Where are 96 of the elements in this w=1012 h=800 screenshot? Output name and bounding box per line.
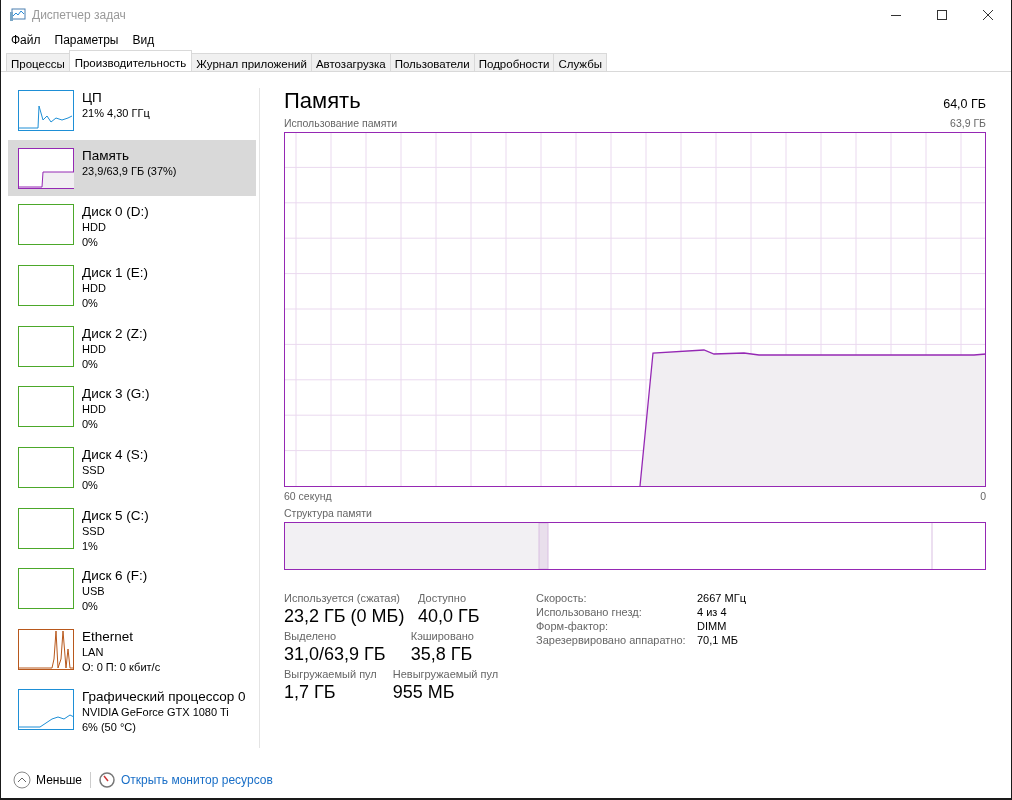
stat-value: 31,0/63,9 ГБ: [284, 644, 387, 665]
spec-value: DIMM: [697, 620, 728, 632]
item-name: Диск 0 (D:): [82, 204, 149, 221]
sidebar-item[interactable]: Диск 2 (Z:) HDD 0%: [8, 323, 256, 385]
item-detail: 0%: [82, 235, 99, 251]
spec-value: 4 из 4: [697, 606, 728, 618]
mini-graph: [18, 325, 74, 367]
item-name: Диск 4 (S:): [82, 446, 149, 463]
stat-label: Используется (сжатая): [284, 592, 402, 604]
item-name: Диск 2 (Z:): [82, 325, 148, 342]
item-detail: 0%: [82, 599, 99, 615]
chevron-up-icon: [13, 771, 31, 789]
item-detail: 0%: [82, 296, 99, 311]
item-detail: HDD: [82, 281, 107, 296]
item-name: ЦП: [82, 90, 103, 106]
window-title: Диспетчер задач: [32, 8, 127, 22]
item-detail: 0%: [82, 356, 99, 372]
sidebar-item[interactable]: Диск 4 (S:) SSD 0%: [8, 444, 256, 506]
item-name: Ethernet: [82, 628, 135, 645]
spec-label: Использовано гнезд:: [536, 606, 643, 618]
item-name: Диск 1 (E:): [82, 265, 149, 281]
sidebar-item[interactable]: Память 23,9/63,9 ГБ (37%): [8, 139, 256, 197]
mini-graph: [18, 568, 74, 610]
item-name: Диск 5 (C:): [82, 507, 149, 524]
mini-graph: [18, 90, 74, 131]
menu-item[interactable]: Файл: [11, 33, 41, 47]
stat-label: Выделено: [284, 630, 338, 642]
item-detail: 21% 4,30 ГГц: [82, 106, 150, 121]
spec-label: Скорость:: [536, 592, 588, 604]
mini-graph: [18, 446, 74, 488]
item-detail: USB: [82, 584, 106, 600]
item-detail: HDD: [82, 220, 107, 236]
stat-label: Доступно: [418, 592, 467, 604]
x-axis-end-label: 0: [980, 490, 986, 502]
chart-label: Использование памяти: [284, 117, 398, 129]
item-detail: 6% (50 °C): [82, 720, 137, 736]
item-detail: О: 0 П: 0 кбит/с: [82, 659, 161, 675]
mini-graph: [18, 628, 74, 670]
sidebar-item[interactable]: Диск 3 (G:) HDD 0%: [8, 384, 256, 445]
mini-graph: [18, 386, 74, 428]
stat-label: Выгружаемый пул: [284, 668, 377, 680]
item-detail: SSD: [82, 462, 106, 478]
sidebar-item[interactable]: ЦП 21% 4,30 ГГц: [8, 88, 256, 136]
stat-value: 35,8 ГБ: [410, 644, 474, 665]
item-detail: SSD: [82, 523, 106, 539]
mini-graph: [18, 204, 74, 246]
item-detail: 0%: [82, 477, 99, 493]
tab[interactable]: Журнал приложений: [191, 53, 312, 71]
item-detail: LAN: [82, 644, 105, 660]
monitor-chart-icon: [10, 8, 26, 22]
tab[interactable]: Процессы: [6, 53, 70, 71]
spec-value: 2667 МГц: [697, 592, 746, 604]
fewer-details-button[interactable]: Меньше: [13, 771, 82, 789]
panel-title: Память: [284, 88, 361, 114]
item-name: Диск 3 (G:): [82, 386, 150, 403]
item-detail: NVIDIA GeForce GTX 1080 Ti: [82, 705, 230, 721]
sidebar-item[interactable]: Диск 1 (E:) HDD 0%: [8, 263, 256, 324]
mini-graph: [18, 689, 74, 731]
x-axis-start-label: 60 секунд: [284, 490, 332, 502]
tab[interactable]: Подробности: [473, 53, 555, 71]
sidebar-item[interactable]: Диск 0 (D:) HDD 0%: [8, 202, 256, 263]
gauge-icon: [99, 772, 115, 788]
menu-item[interactable]: Параметры: [54, 33, 119, 47]
stat-label: Невыгружаемый пул: [392, 668, 499, 680]
item-detail: 23,9/63,9 ГБ (37%): [82, 163, 177, 179]
tab[interactable]: Службы: [553, 53, 607, 71]
tab[interactable]: Автозагрузка: [310, 53, 391, 71]
tab[interactable]: Производительность: [68, 50, 193, 71]
tab[interactable]: Пользователи: [389, 53, 475, 71]
mini-graph: [18, 265, 74, 306]
chart-max-label: 63,9 ГБ: [950, 117, 986, 129]
item-detail: 1%: [82, 538, 99, 554]
item-name: Диск 6 (F:): [82, 568, 148, 585]
stat-value: 23,2 ГБ (0 МБ): [284, 606, 402, 627]
sidebar-item[interactable]: Диск 5 (C:) SSD 1%: [8, 505, 256, 567]
composition-label: Структура памяти: [284, 507, 373, 519]
item-detail: 0%: [82, 417, 99, 433]
sidebar-item[interactable]: Диск 6 (F:) USB 0%: [8, 566, 256, 627]
stat-value: 40,0 ГБ: [418, 606, 480, 627]
item-name: Графический процессор 0: [82, 689, 246, 706]
spec-label: Зарезервировано аппаратно:: [536, 634, 687, 646]
spec-value: 70,1 МБ: [697, 634, 739, 646]
resource-monitor-link[interactable]: Открыть монитор ресурсов: [121, 773, 273, 787]
stat-label: Кэшировано: [410, 630, 474, 642]
menu-item[interactable]: Вид: [132, 33, 155, 47]
sidebar-item[interactable]: Графический процессор 0 NVIDIA GeForce GTX 1080 Ti 6% (50 °C): [8, 687, 256, 748]
stat-value: 955 МБ: [392, 682, 456, 703]
total-memory: 64,0 ГБ: [943, 97, 986, 111]
mini-graph: [18, 147, 74, 189]
spec-label: Форм-фактор:: [536, 620, 610, 632]
item-detail: HDD: [82, 402, 107, 418]
mini-graph: [18, 507, 74, 549]
stat-value: 1,7 ГБ: [284, 682, 337, 703]
item-name: Память: [82, 147, 131, 164]
sidebar-item[interactable]: Ethernet LAN О: 0 П: 0 кбит/с: [8, 626, 256, 688]
item-detail: HDD: [82, 341, 107, 357]
